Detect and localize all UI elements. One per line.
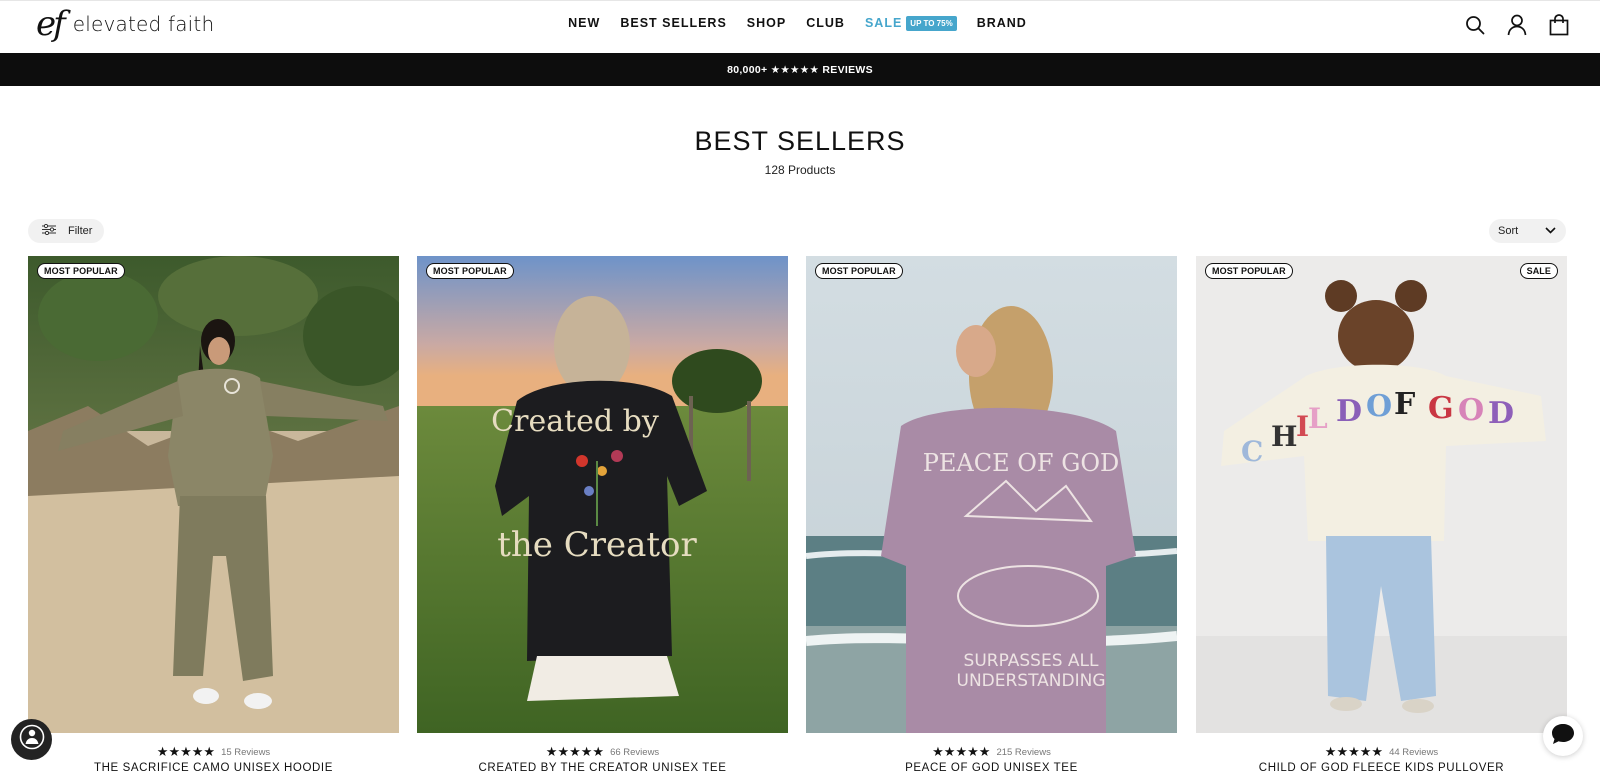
product-name[interactable]: PEACE OF GOD UNISEX TEE	[806, 762, 1177, 774]
header-actions	[1464, 13, 1570, 37]
star-rating-icon: ★★★★★	[1324, 744, 1384, 759]
sliders-icon	[42, 223, 56, 238]
product-card[interactable]: C H I L D O F G O D MOST POPULAR SALE ★★…	[1196, 256, 1567, 774]
filter-label: Filter	[68, 225, 93, 237]
announcement-bar[interactable]: 80,000+ ★★★★★ REVIEWS	[0, 53, 1600, 86]
review-count: 15 Reviews	[221, 746, 271, 758]
product-badge: MOST POPULAR	[37, 263, 125, 279]
star-rating-icon: ★★★★★	[156, 744, 216, 759]
nav-best-sellers[interactable]: BEST SELLERS	[620, 15, 726, 31]
sale-badge: UP TO 75%	[906, 15, 957, 31]
announcement-text: 80,000+ ★★★★★ REVIEWS	[727, 63, 873, 76]
product-name[interactable]: THE SACRIFICE CAMO UNISEX HOODIE	[28, 762, 399, 774]
main-nav: NEW BEST SELLERS SHOP CLUB SALE UP TO 75…	[0, 15, 1600, 31]
accessibility-button[interactable]	[11, 719, 52, 760]
chat-button[interactable]	[1543, 716, 1583, 756]
product-badge: MOST POPULAR	[1205, 263, 1293, 279]
svg-text:D: D	[1336, 394, 1362, 429]
nav-sale-label: SALE	[864, 16, 903, 30]
svg-text:UNDERSTANDING: UNDERSTANDING	[957, 671, 1106, 691]
product-image[interactable]: Created by the Creator MOST POPULAR	[417, 256, 788, 733]
svg-text:F: F	[1394, 387, 1415, 422]
product-count: 128 Products	[764, 163, 836, 177]
page-title: BEST SELLERS	[694, 126, 906, 156]
svg-text:SURPASSES ALL: SURPASSES ALL	[964, 651, 1099, 671]
svg-text:O: O	[1366, 389, 1392, 424]
product-name[interactable]: CHILD OF GOD FLEECE KIDS PULLOVER	[1196, 762, 1567, 774]
product-image[interactable]: C H I L D O F G O D MOST POPULAR SALE	[1196, 256, 1567, 733]
nav-club[interactable]: CLUB	[806, 15, 845, 31]
product-rating[interactable]: ★★★★★ 215 Reviews	[806, 744, 1177, 760]
sort-dropdown[interactable]: Sort	[1489, 219, 1566, 243]
product-rating[interactable]: ★★★★★ 44 Reviews	[1196, 744, 1567, 760]
svg-text:C: C	[1241, 435, 1263, 468]
product-rating[interactable]: ★★★★★ 15 Reviews	[28, 744, 399, 760]
chat-bubble-icon	[1550, 722, 1576, 751]
search-icon[interactable]	[1464, 13, 1486, 37]
svg-text:D: D	[1488, 396, 1514, 431]
site-header: ef elevated faith NEW BEST SELLERS SHOP …	[0, 0, 1600, 53]
sort-label: Sort	[1498, 225, 1519, 237]
star-rating-icon: ★★★★★	[932, 744, 991, 759]
svg-text:PEACE OF GOD: PEACE OF GOD	[923, 449, 1120, 477]
product-name[interactable]: CREATED BY THE CREATOR UNISEX TEE	[417, 762, 788, 774]
nav-brand[interactable]: BRAND	[977, 15, 1027, 31]
svg-text:L: L	[1308, 402, 1328, 435]
chevron-down-icon	[1545, 225, 1556, 237]
product-image[interactable]: MOST POPULAR	[28, 256, 399, 733]
svg-text:Created by: Created by	[491, 404, 659, 439]
account-icon[interactable]	[1506, 13, 1528, 37]
svg-text:the Creator: the Creator	[497, 525, 697, 565]
nav-new[interactable]: NEW	[568, 15, 600, 31]
product-card[interactable]: Created by the Creator MOST POPULAR ★★★★…	[417, 256, 788, 774]
accessibility-icon	[19, 724, 45, 755]
product-card[interactable]: MOST POPULAR ★★★★★ 15 Reviews THE SACRIF…	[28, 256, 399, 774]
product-badge: MOST POPULAR	[815, 263, 903, 279]
review-count: 66 Reviews	[610, 746, 660, 758]
cart-icon[interactable]	[1548, 13, 1570, 37]
star-rating-icon: ★★★★★	[545, 744, 605, 759]
product-card[interactable]: PEACE OF GOD SURPASSES ALL UNDERSTANDING…	[806, 256, 1177, 774]
filter-button[interactable]: Filter	[28, 219, 104, 243]
svg-text:H: H	[1271, 420, 1297, 453]
product-rating[interactable]: ★★★★★ 66 Reviews	[417, 744, 788, 760]
svg-text:O: O	[1458, 393, 1484, 428]
svg-text:G: G	[1428, 391, 1454, 426]
review-count: 44 Reviews	[1389, 746, 1439, 758]
nav-shop[interactable]: SHOP	[747, 15, 786, 31]
product-image[interactable]: PEACE OF GOD SURPASSES ALL UNDERSTANDING…	[806, 256, 1177, 733]
review-count: 215 Reviews	[996, 746, 1051, 758]
product-badge: MOST POPULAR	[426, 263, 514, 279]
sale-badge: SALE	[1519, 263, 1558, 279]
nav-sale[interactable]: SALE UP TO 75%	[865, 15, 957, 31]
